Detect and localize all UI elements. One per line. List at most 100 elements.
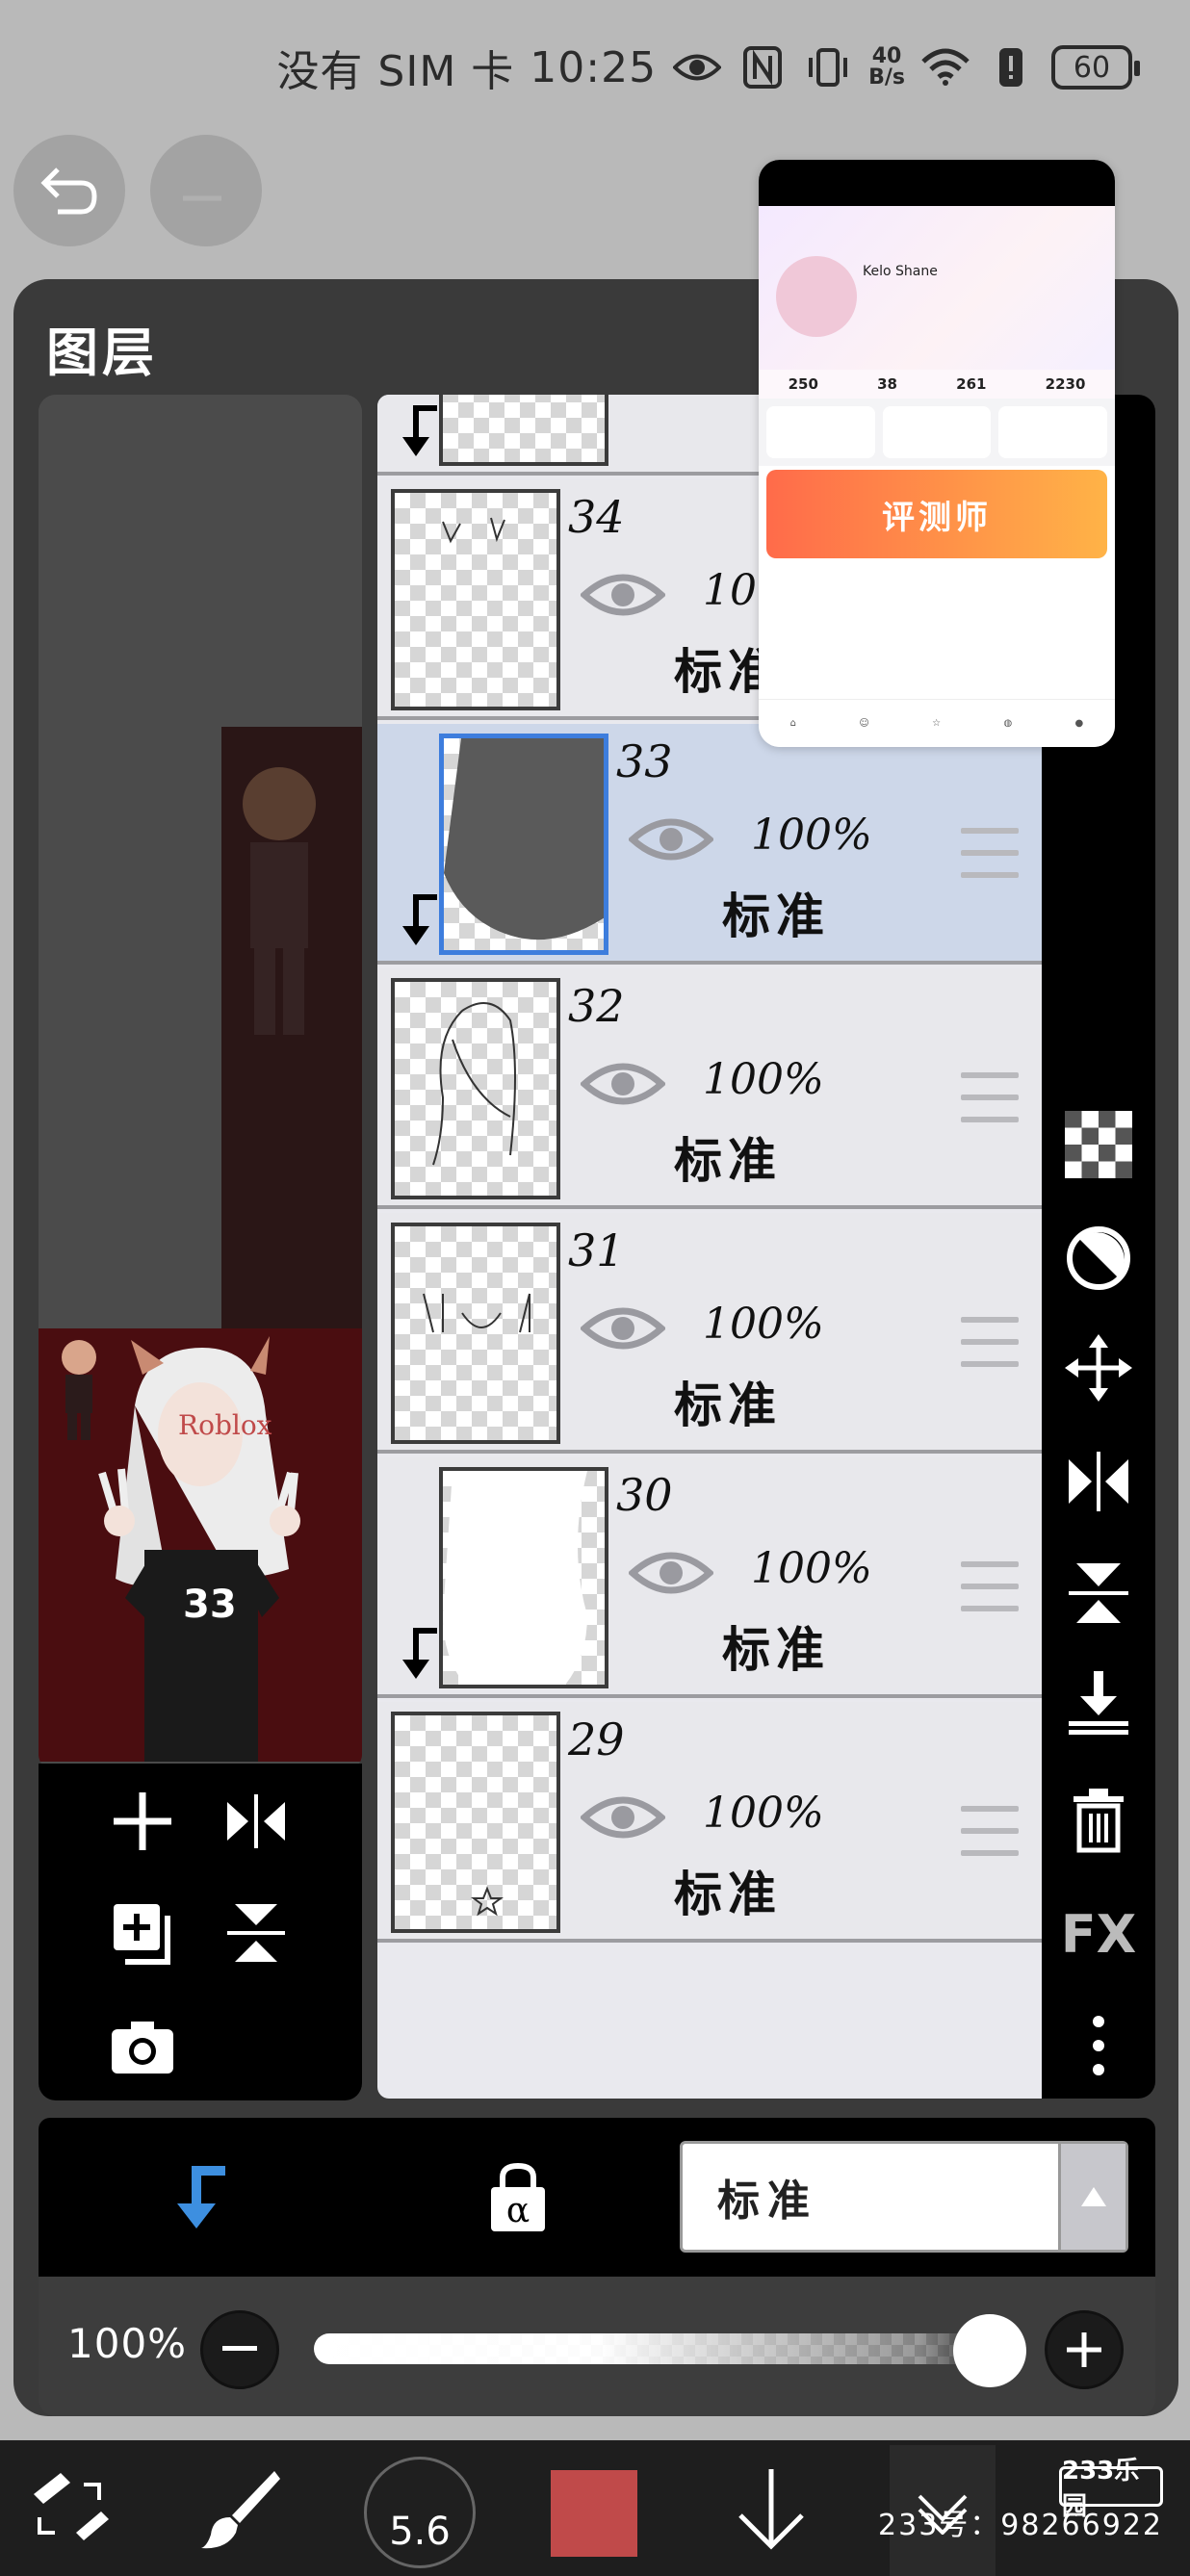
- nav-game-icon[interactable]: ◍: [1003, 718, 1012, 729]
- color-swatch[interactable]: [551, 2470, 637, 2557]
- opacity-decrease-button[interactable]: [200, 2310, 279, 2389]
- layer-blend-mode: 标准: [722, 889, 830, 944]
- undo-button[interactable]: [13, 135, 125, 246]
- stat-item[interactable]: 261: [956, 375, 986, 393]
- visibility-toggle[interactable]: [580, 566, 666, 624]
- roblox-text: Roblox: [178, 1409, 272, 1441]
- move-button[interactable]: [1055, 1325, 1142, 1411]
- username: Kelo Shane: [863, 264, 938, 279]
- layer-blend-mode: 标准: [674, 1378, 782, 1433]
- layer-number: 32: [568, 980, 625, 1032]
- brush-icon: [201, 2471, 280, 2549]
- nav-profile-icon[interactable]: ●: [1075, 718, 1084, 729]
- flip-layer-vertical-button[interactable]: [218, 1894, 295, 1971]
- add-layer-button[interactable]: [104, 1783, 181, 1860]
- invert-button[interactable]: [1055, 1215, 1142, 1301]
- flip-layer-horizontal-button[interactable]: [218, 1783, 295, 1860]
- alpha-lock-button[interactable]: α: [479, 2151, 556, 2247]
- layer-thumbnail[interactable]: [439, 734, 608, 955]
- profile-stats: 250 38 261 2230: [759, 370, 1115, 399]
- alert-icon: [986, 42, 1036, 92]
- visibility-toggle[interactable]: [628, 811, 714, 868]
- layer-row[interactable]: 30 100% 标准: [377, 1457, 1042, 1698]
- invert-icon: [1067, 1226, 1130, 1290]
- flip-horizontal-icon: [1069, 1452, 1128, 1511]
- blend-mode-select[interactable]: 标准: [680, 2141, 1128, 2253]
- duplicate-icon: [114, 1904, 170, 1965]
- feature-card[interactable]: [882, 406, 992, 458]
- drag-handle-icon[interactable]: [961, 1317, 1019, 1367]
- more-button[interactable]: [1055, 2002, 1142, 2089]
- drag-handle-icon[interactable]: [961, 1806, 1019, 1856]
- drag-handle-icon[interactable]: [961, 828, 1019, 878]
- canvas-preview[interactable]: Roblox 33: [39, 395, 362, 1771]
- feature-card[interactable]: [998, 406, 1108, 458]
- dropdown-arrow-icon: [1058, 2144, 1125, 2250]
- fx-button[interactable]: FX: [1055, 1891, 1142, 1977]
- camera-icon: [112, 2022, 173, 2074]
- drag-handle-icon[interactable]: [961, 1072, 1019, 1122]
- layer-blend-mode: 标准: [674, 1133, 782, 1189]
- opacity-increase-button[interactable]: [1045, 2310, 1124, 2389]
- eye-icon: [629, 1552, 713, 1594]
- nav-star-icon[interactable]: ☆: [932, 718, 941, 729]
- clipping-button[interactable]: [164, 2151, 241, 2247]
- clock: 10:25: [530, 42, 658, 92]
- flip-horizontal-button[interactable]: [1055, 1438, 1142, 1525]
- brush-tool-button[interactable]: [193, 2453, 289, 2564]
- nav-home-icon[interactable]: ⌂: [790, 718, 796, 729]
- transparency-icon: [1065, 1111, 1132, 1178]
- bottom-navigation: ⌂ ☺ ☆ ◍ ●: [759, 699, 1115, 747]
- drag-handle-icon[interactable]: [961, 1561, 1019, 1611]
- flip-horizontal-icon: [227, 1794, 285, 1848]
- layer-down-button[interactable]: [728, 2453, 815, 2564]
- layer-thumbnail[interactable]: [391, 1223, 560, 1444]
- layer-thumbnail[interactable]: [439, 395, 608, 466]
- floating-app-window[interactable]: Kelo Shane 250 38 261 2230 评测师 ⌂ ☺ ☆ ◍ ●: [759, 160, 1115, 747]
- avatar[interactable]: [776, 256, 857, 337]
- opacity-slider[interactable]: [314, 2333, 1026, 2364]
- plus-icon: [1067, 2332, 1101, 2367]
- undo-icon: [40, 167, 97, 215]
- battery-indicator: 60: [1051, 45, 1140, 90]
- eye-comfort-icon: [672, 42, 722, 92]
- visibility-toggle[interactable]: [580, 1300, 666, 1357]
- duplicate-layer-button[interactable]: [104, 1894, 181, 1971]
- visibility-toggle[interactable]: [580, 1789, 666, 1846]
- delete-layer-button[interactable]: [1055, 1777, 1142, 1864]
- floating-window-bar[interactable]: [759, 160, 1115, 206]
- layer-thumbnail[interactable]: [391, 489, 560, 710]
- layer-row[interactable]: 31 100% 标准: [377, 1213, 1042, 1454]
- stat-item[interactable]: 2230: [1046, 375, 1086, 393]
- layer-thumbnail[interactable]: [391, 1712, 560, 1933]
- eye-icon: [581, 1307, 665, 1350]
- layer-row[interactable]: 33 100% 标准: [377, 724, 1042, 965]
- vibrate-icon: [803, 42, 853, 92]
- merge-down-icon: [1069, 1671, 1128, 1735]
- visibility-toggle[interactable]: [580, 1055, 666, 1113]
- layer-opacity: 100%: [703, 1789, 824, 1838]
- eye-icon: [581, 1796, 665, 1839]
- move-icon: [1065, 1334, 1132, 1402]
- transparency-button[interactable]: [1055, 1101, 1142, 1188]
- stat-item[interactable]: 250: [789, 375, 818, 393]
- nav-community-icon[interactable]: ☺: [859, 718, 868, 729]
- flip-vertical-button[interactable]: [1055, 1550, 1142, 1636]
- feature-card[interactable]: [766, 406, 875, 458]
- brush-size-indicator[interactable]: 5.6: [364, 2457, 476, 2568]
- flip-vertical-icon: [227, 1904, 285, 1962]
- redo-button[interactable]: [150, 135, 262, 246]
- opacity-slider-knob[interactable]: [953, 2314, 1026, 2387]
- layer-row[interactable]: 32 100% 标准: [377, 968, 1042, 1209]
- tool-switch-button[interactable]: [23, 2453, 116, 2564]
- layer-row[interactable]: 29 100% 标准: [377, 1702, 1042, 1943]
- stat-item[interactable]: 38: [877, 375, 897, 393]
- redo-icon: [183, 195, 221, 201]
- layer-thumbnail[interactable]: [439, 1467, 608, 1688]
- merge-down-button[interactable]: [1055, 1660, 1142, 1746]
- layer-thumbnail[interactable]: [391, 978, 560, 1199]
- promo-banner[interactable]: 评测师: [766, 470, 1107, 558]
- camera-button[interactable]: [104, 2008, 181, 2085]
- layer-blend-mode: 标准: [674, 1867, 782, 1922]
- visibility-toggle[interactable]: [628, 1544, 714, 1602]
